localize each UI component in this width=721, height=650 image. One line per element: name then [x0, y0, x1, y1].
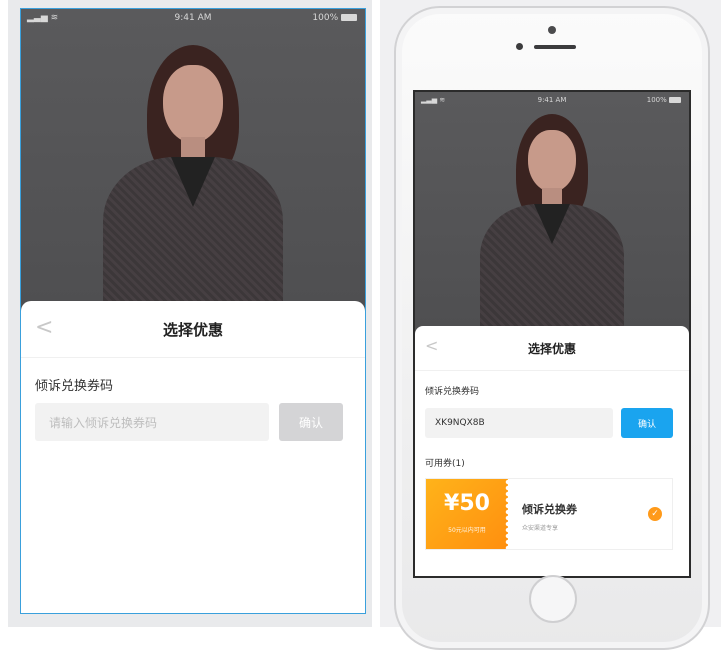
- left-phone-screen: ▂▃▅ ≋ 9:41 AM 100% < 选择优惠 倾诉兑换券码 请输入倾诉兑换…: [20, 8, 366, 614]
- camera-icon: [548, 26, 556, 34]
- coupon-subtitle: 众安渠道专享: [522, 525, 559, 532]
- battery-indicator: 100%: [647, 96, 681, 104]
- battery-icon: [669, 97, 681, 103]
- sheet-title: 选择优惠: [162, 321, 223, 339]
- status-bar: ▂▃▅ ≋ 9:41 AM 100%: [21, 13, 365, 27]
- sheet-header: < 选择优惠: [415, 326, 689, 371]
- person-figure: [93, 45, 293, 317]
- code-label: 倾诉兑换券码: [425, 387, 480, 397]
- coupon-amount: ¥50: [444, 491, 490, 516]
- selected-check-icon[interactable]: ✓: [648, 507, 662, 521]
- code-input-value: XK9NQX8B: [435, 418, 485, 428]
- phone-frame: ▂▃▅ ≋ 9:41 AM 100% < 选择优惠 倾诉兑换券码 XK9NQX8…: [394, 6, 710, 650]
- code-label: 倾诉兑换券码: [35, 379, 114, 394]
- coupon-sheet: < 选择优惠 倾诉兑换券码 请输入倾诉兑换券码 确认: [21, 301, 365, 613]
- coupon-value-panel: ¥50 50元以内可用: [426, 479, 511, 549]
- code-input-placeholder: 请输入倾诉兑换券码: [49, 415, 158, 430]
- battery-icon: [341, 14, 357, 21]
- code-input[interactable]: 请输入倾诉兑换券码: [35, 403, 269, 441]
- person-figure: [472, 114, 632, 334]
- sheet-header: < 选择优惠: [21, 301, 365, 358]
- speaker-icon: [534, 45, 576, 49]
- code-input[interactable]: XK9NQX8B: [425, 408, 613, 438]
- right-mockup: ▂▃▅ ≋ 9:41 AM 100% < 选择优惠 倾诉兑换券码 XK9NQX8…: [380, 0, 721, 650]
- sensor-icon: [516, 43, 523, 50]
- confirm-button-disabled[interactable]: 确认: [279, 403, 343, 441]
- coupon-sheet: < 选择优惠 倾诉兑换券码 XK9NQX8B 确认 可用券(1) ¥50 50元…: [415, 326, 689, 576]
- coupon-condition: 50元以内可用: [448, 527, 486, 534]
- left-mockup: ▂▃▅ ≋ 9:41 AM 100% < 选择优惠 倾诉兑换券码 请输入倾诉兑换…: [8, 0, 372, 627]
- coupon-name: 倾诉兑换券: [522, 503, 577, 516]
- confirm-button[interactable]: 确认: [621, 408, 673, 438]
- battery-text: 100%: [646, 96, 667, 104]
- coupon-card[interactable]: ¥50 50元以内可用 倾诉兑换券 众安渠道专享 ✓: [425, 478, 673, 550]
- battery-indicator: 100%: [312, 13, 357, 23]
- right-phone-screen: ▂▃▅ ≋ 9:41 AM 100% < 选择优惠 倾诉兑换券码 XK9NQX8…: [413, 90, 691, 578]
- available-coupons-label: 可用券(1): [425, 459, 465, 469]
- sheet-title: 选择优惠: [527, 342, 576, 356]
- battery-text: 100%: [312, 13, 339, 23]
- status-bar: ▂▃▅ ≋ 9:41 AM 100%: [415, 96, 689, 108]
- home-button[interactable]: [529, 575, 577, 623]
